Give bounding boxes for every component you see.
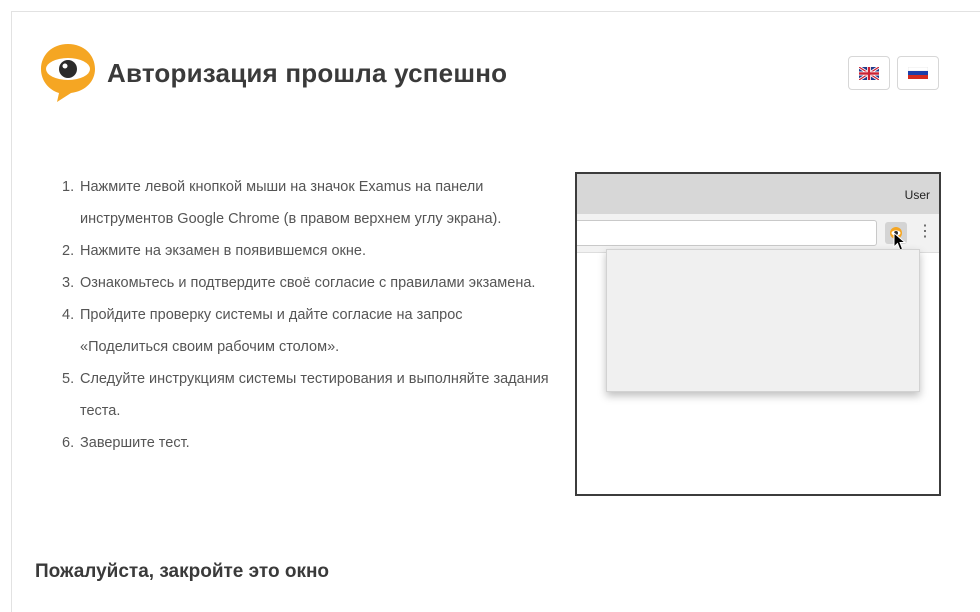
step-number: 1.	[62, 179, 75, 195]
browser-toolbar: ⋮	[577, 214, 939, 253]
examus-logo-icon	[41, 44, 95, 102]
browser-illustration: User ⋮	[575, 172, 941, 496]
instruction-step: 6. Завершите тест.	[62, 427, 554, 459]
step-number: 6.	[62, 435, 75, 451]
step-text: Нажмите левой кнопкой мыши на значок Exa…	[80, 179, 502, 227]
browser-title-bar: User	[577, 174, 939, 214]
step-number: 3.	[62, 275, 75, 291]
step-number: 4.	[62, 307, 75, 323]
language-en-button[interactable]	[848, 56, 890, 90]
instruction-step: 4. Пройдите проверку системы и дайте сог…	[62, 299, 554, 363]
browser-user-label: User	[904, 188, 930, 202]
instruction-step: 5. Следуйте инструкциям системы тестиров…	[62, 363, 554, 427]
step-text: Пройдите проверку системы и дайте соглас…	[80, 307, 463, 355]
extension-popup	[606, 249, 920, 392]
russia-flag-icon	[908, 67, 928, 79]
page-title: Авторизация прошла успешно	[107, 58, 508, 88]
close-window-message: Пожалуйста, закройте это окно	[35, 561, 330, 582]
step-number: 5.	[62, 371, 75, 387]
uk-flag-icon	[859, 66, 879, 80]
browser-menu-icon: ⋮	[917, 223, 933, 240]
language-ru-button[interactable]	[897, 56, 939, 90]
browser-address-bar	[577, 220, 877, 246]
instruction-step: 1. Нажмите левой кнопкой мыши на значок …	[62, 171, 554, 235]
instruction-step: 3. Ознакомьтесь и подтвердите своё согла…	[62, 267, 554, 299]
step-number: 2.	[62, 243, 75, 259]
step-text: Завершите тест.	[80, 435, 190, 451]
step-text: Нажмите на экзамен в появившемся окне.	[80, 243, 366, 259]
step-text: Ознакомьтесь и подтвердите своё согласие…	[80, 275, 536, 291]
instruction-list: 1. Нажмите левой кнопкой мыши на значок …	[62, 171, 554, 459]
instruction-step: 2. Нажмите на экзамен в появившемся окне…	[62, 235, 554, 267]
step-text: Следуйте инструкциям системы тестировани…	[80, 371, 549, 419]
